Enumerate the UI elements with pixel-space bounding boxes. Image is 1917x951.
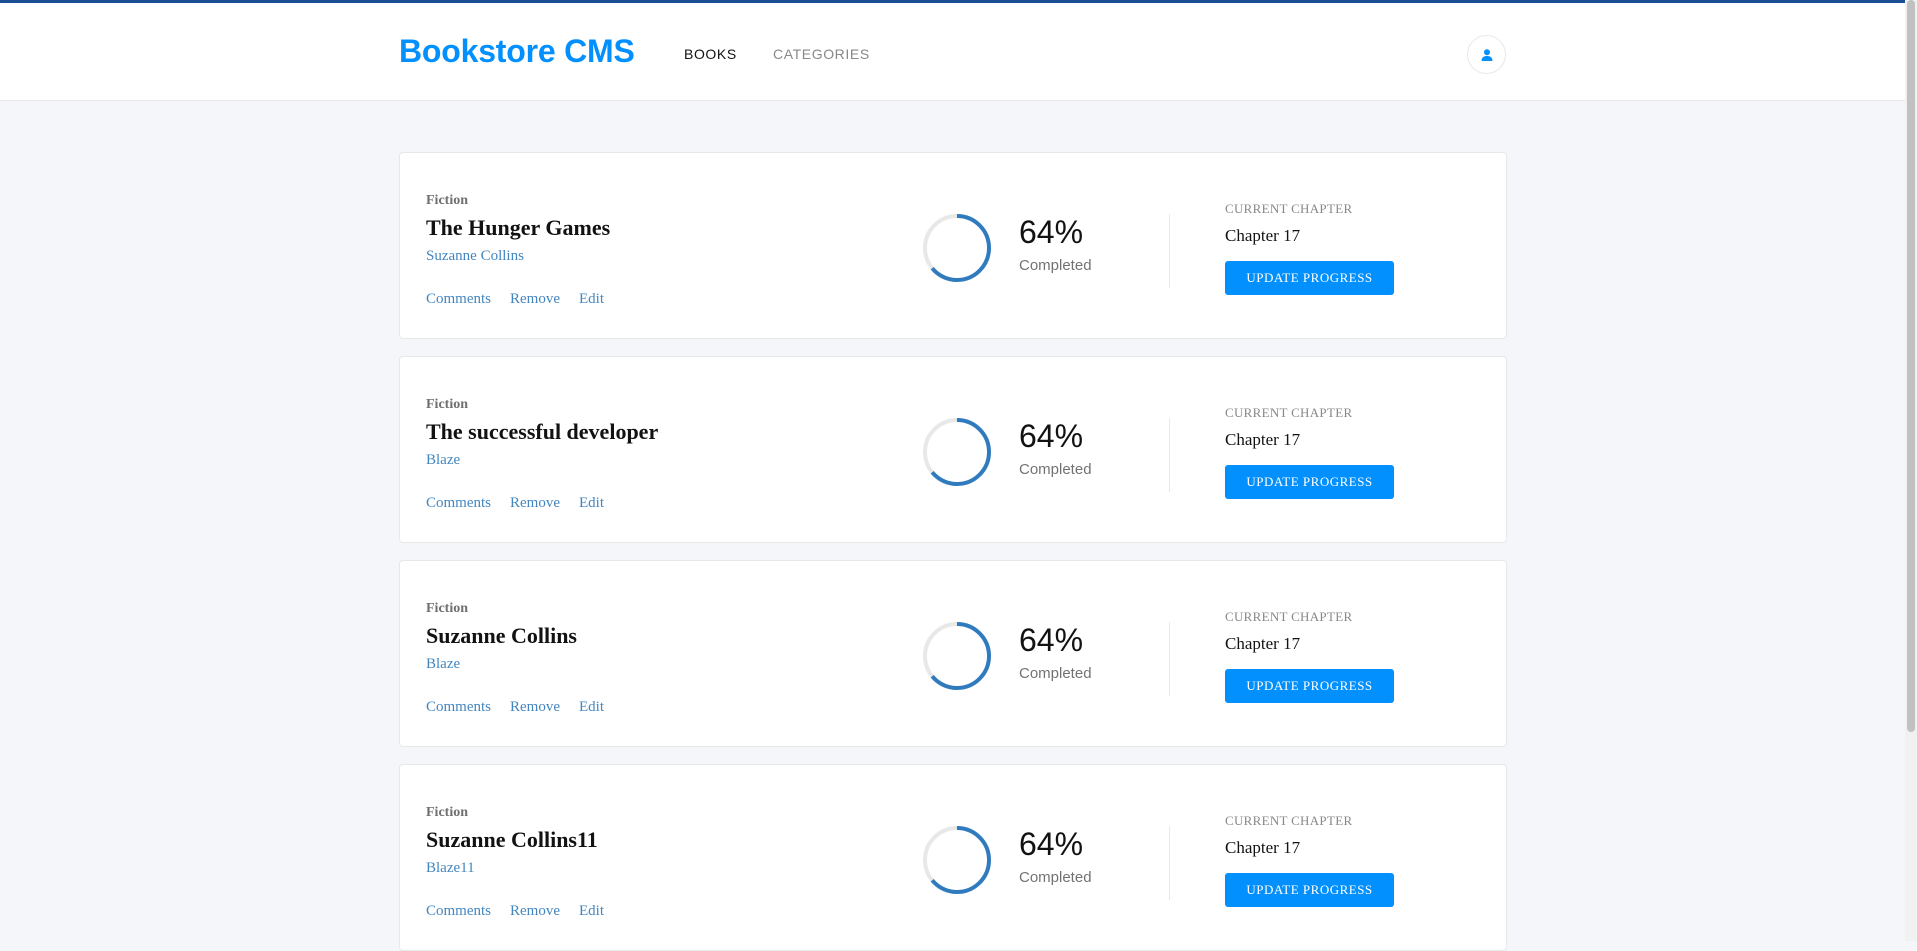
progress-percent: 64% (1019, 826, 1084, 862)
user-avatar-button[interactable] (1467, 35, 1506, 74)
remove-button[interactable]: Remove (510, 495, 560, 512)
update-progress-button[interactable]: UPDATE PROGRESS (1225, 261, 1394, 295)
book-card: Fiction The successful developer Blaze C… (399, 356, 1507, 543)
vertical-scrollbar[interactable] (1905, 0, 1917, 941)
current-chapter-label: CURRENT CHAPTER (1225, 405, 1353, 420)
book-genre: Fiction (426, 601, 468, 616)
current-chapter-label: CURRENT CHAPTER (1225, 813, 1353, 828)
user-icon (1481, 48, 1492, 61)
progress-ring (923, 826, 991, 894)
app-logo[interactable]: Bookstore CMS (399, 33, 635, 70)
comments-button[interactable]: Comments (426, 291, 491, 308)
edit-button[interactable]: Edit (579, 291, 604, 308)
book-title: The Hunger Games (426, 215, 611, 240)
current-chapter-label: CURRENT CHAPTER (1225, 201, 1353, 216)
edit-button[interactable]: Edit (579, 495, 604, 512)
comments-button[interactable]: Comments (426, 699, 491, 716)
completed-label: Completed (1019, 257, 1092, 274)
edit-button[interactable]: Edit (579, 699, 604, 716)
book-genre: Fiction (426, 397, 468, 412)
book-card: Fiction Suzanne Collins Blaze Comments R… (399, 560, 1507, 747)
scrollbar-thumb[interactable] (1907, 0, 1915, 732)
current-chapter-value: Chapter 17 (1225, 838, 1301, 857)
current-chapter-label: CURRENT CHAPTER (1225, 609, 1353, 624)
book-card: Fiction The Hunger Games Suzanne Collins… (399, 152, 1507, 339)
progress-ring (923, 622, 991, 690)
divider (1169, 622, 1170, 696)
update-progress-button[interactable]: UPDATE PROGRESS (1225, 669, 1394, 703)
edit-button[interactable]: Edit (579, 903, 604, 920)
book-actions: Comments Remove Edit (426, 903, 623, 920)
completed-label: Completed (1019, 869, 1092, 886)
progress-percent: 64% (1019, 214, 1084, 250)
progress-percent: 64% (1019, 622, 1084, 658)
comments-button[interactable]: Comments (426, 903, 491, 920)
divider (1169, 214, 1170, 288)
current-chapter-value: Chapter 17 (1225, 634, 1301, 653)
update-progress-button[interactable]: UPDATE PROGRESS (1225, 465, 1394, 499)
book-actions: Comments Remove Edit (426, 495, 623, 512)
progress-ring (923, 214, 991, 282)
update-progress-button[interactable]: UPDATE PROGRESS (1225, 873, 1394, 907)
divider (1169, 826, 1170, 900)
nav-categories[interactable]: CATEGORIES (773, 46, 870, 62)
completed-label: Completed (1019, 665, 1092, 682)
book-genre: Fiction (426, 805, 468, 820)
book-title: Suzanne Collins11 (426, 827, 598, 852)
nav-books[interactable]: BOOKS (684, 46, 737, 62)
remove-button[interactable]: Remove (510, 903, 560, 920)
progress-ring (923, 418, 991, 486)
app-header: Bookstore CMS BOOKS CATEGORIES (0, 3, 1905, 101)
book-author[interactable]: Blaze (426, 452, 460, 469)
book-author[interactable]: Suzanne Collins (426, 248, 524, 265)
progress-percent: 64% (1019, 418, 1084, 454)
remove-button[interactable]: Remove (510, 291, 560, 308)
current-chapter-value: Chapter 17 (1225, 430, 1301, 449)
remove-button[interactable]: Remove (510, 699, 560, 716)
current-chapter-value: Chapter 17 (1225, 226, 1301, 245)
comments-button[interactable]: Comments (426, 495, 491, 512)
book-actions: Comments Remove Edit (426, 699, 623, 716)
book-title: Suzanne Collins (426, 623, 577, 648)
book-author[interactable]: Blaze (426, 656, 460, 673)
divider (1169, 418, 1170, 492)
book-genre: Fiction (426, 193, 468, 208)
completed-label: Completed (1019, 461, 1092, 478)
book-title: The successful developer (426, 419, 659, 444)
book-actions: Comments Remove Edit (426, 291, 623, 308)
book-card: Fiction Suzanne Collins11 Blaze11 Commen… (399, 764, 1507, 951)
book-author[interactable]: Blaze11 (426, 860, 475, 877)
